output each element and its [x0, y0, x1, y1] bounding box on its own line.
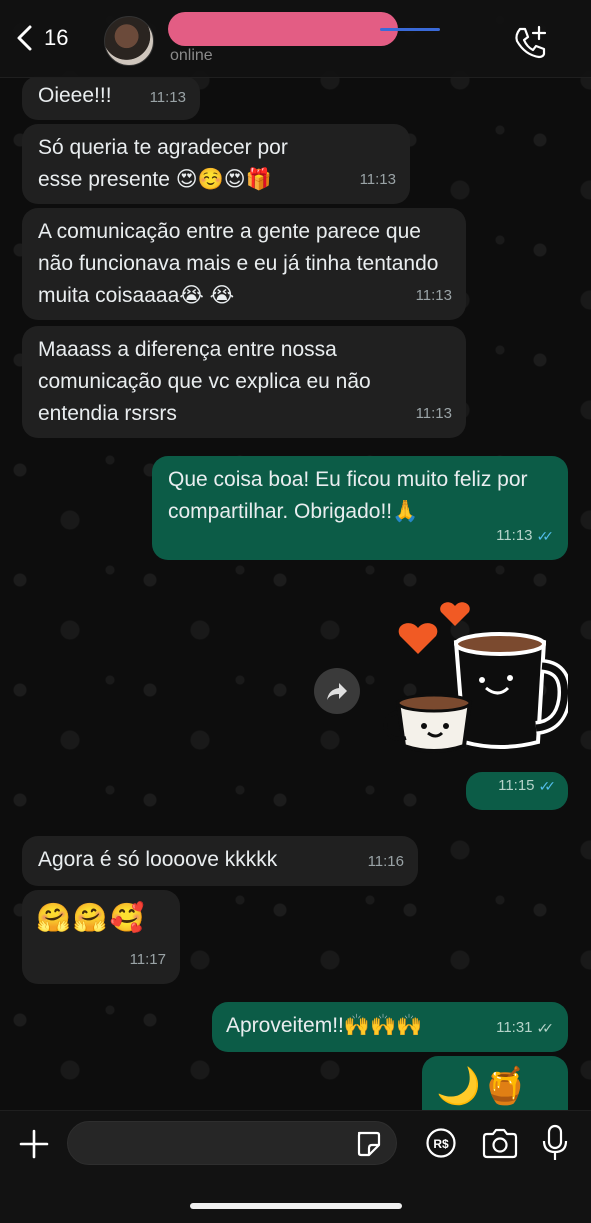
plus-icon[interactable]: [18, 1128, 50, 1160]
message-time: 11:16: [367, 853, 404, 870]
message-time-row: 11:13 ✓✓: [496, 520, 554, 552]
message-time: 11:13: [415, 405, 452, 422]
message-bubble[interactable]: Maaass a diferença entre nossa comunicaç…: [22, 326, 466, 438]
message-text: Maaass a diferença entre nossa comunicaç…: [38, 338, 371, 425]
forward-button[interactable]: [314, 668, 360, 714]
message-bubble[interactable]: Só queria te agradecer por esse presente…: [22, 124, 410, 204]
delivered-ticks-icon: ✓✓: [536, 1020, 555, 1036]
message-input[interactable]: [67, 1121, 397, 1165]
chevron-left-icon: [17, 25, 32, 51]
message-time-row: 11:31 ✓✓: [496, 1012, 554, 1044]
message-bubble[interactable]: A comunicação entre a gente parece que n…: [22, 208, 466, 320]
contact-name-redacted[interactable]: [168, 12, 398, 46]
message-text: A comunicação entre a gente parece que n…: [38, 220, 439, 307]
message-text: 🌙🍯: [436, 1065, 530, 1106]
heart-icon: [440, 602, 470, 626]
message-bubble[interactable]: Agora é só loooove kkkkk 11:16: [22, 836, 418, 886]
message-time: 11:31: [496, 1019, 533, 1036]
message-text: 🤗🤗🥰: [36, 902, 147, 933]
avatar[interactable]: [104, 16, 154, 66]
sticker-icon[interactable]: [354, 1130, 382, 1158]
message-text: Que coisa boa! Eu ficou muito feliz por …: [168, 468, 528, 523]
message-text: Agora é só loooove kkkkk: [38, 848, 278, 871]
message-bubble[interactable]: Oieee!!! 11:13: [22, 76, 200, 120]
coffee-cups-sticker[interactable]: [378, 576, 568, 756]
message-time: 11:13: [359, 171, 396, 188]
redaction-line: [380, 28, 440, 31]
home-indicator[interactable]: [190, 1203, 402, 1209]
microphone-icon[interactable]: [542, 1124, 568, 1162]
message-time: 11:15: [498, 777, 535, 794]
contact-status: online: [170, 47, 213, 64]
message-time: 11:13: [149, 89, 186, 106]
heart-icon: [398, 623, 438, 654]
read-ticks-icon: ✓✓: [536, 528, 555, 544]
phone-plus-icon[interactable]: [512, 24, 548, 60]
message-text: Só queria te agradecer por esse presente…: [38, 136, 288, 191]
camera-icon[interactable]: [481, 1128, 519, 1160]
svg-text:R$: R$: [433, 1137, 449, 1151]
message-time: 11:13: [415, 287, 452, 304]
forward-icon: [327, 683, 347, 700]
read-ticks-icon: ✓✓: [538, 778, 557, 794]
message-time: 11:13: [496, 527, 533, 544]
unread-count: 16: [44, 25, 69, 50]
message-bubble[interactable]: 11:15 ✓✓: [466, 772, 568, 810]
rs-money-icon[interactable]: R$: [425, 1127, 457, 1159]
message-time: 11:17: [129, 951, 166, 968]
message-bubble[interactable]: 🤗🤗🥰 11:17: [22, 890, 180, 984]
back-button[interactable]: 16: [14, 24, 68, 52]
message-bubble[interactable]: Que coisa boa! Eu ficou muito feliz por …: [152, 456, 568, 560]
message-time-row: 11:15 ✓✓: [498, 770, 556, 802]
message-bubble[interactable]: Aproveitem!!🙌🙌🙌 11:31 ✓✓: [212, 1002, 568, 1052]
